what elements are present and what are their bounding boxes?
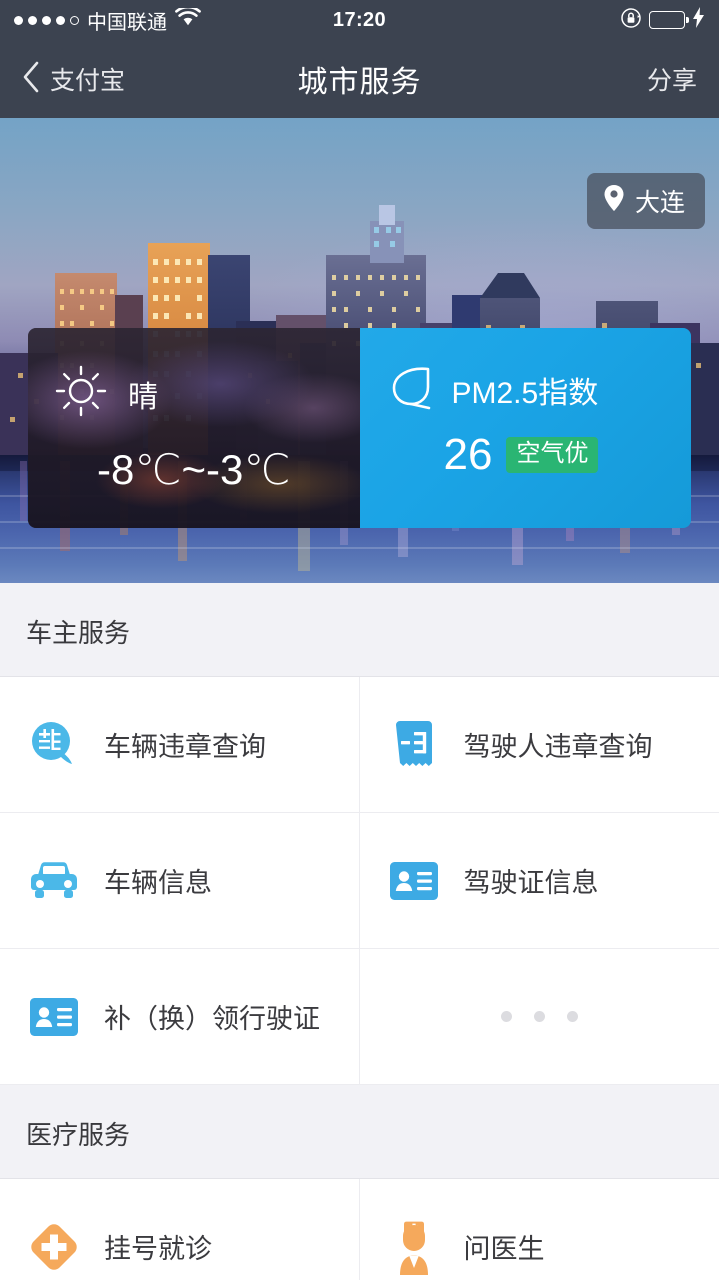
status-bar-right	[620, 7, 705, 34]
battery-icon	[649, 11, 689, 29]
hero-banner: 大连 晴 -8℃~-3℃ PM2.5指数 26 空气优	[0, 118, 719, 583]
back-button[interactable]: 支付宝	[22, 61, 125, 98]
weather-condition-label: 晴	[128, 380, 158, 414]
charging-bolt-icon	[692, 7, 705, 33]
service-item-vehicle-info[interactable]: 车辆信息	[0, 813, 360, 949]
status-bar: 中国联通 17:20	[0, 0, 719, 40]
medical-services-grid: 挂号就诊 问医生	[0, 1179, 719, 1280]
service-item-label: 问医生	[463, 1234, 545, 1264]
service-item-driver-violation-query[interactable]: 驾驶人违章查询	[359, 677, 719, 813]
pm25-value: 26	[443, 430, 493, 479]
rotation-lock-icon	[620, 7, 642, 34]
weather-air-cards: 晴 -8℃~-3℃ PM2.5指数 26 空气优	[28, 328, 691, 528]
service-item-label: 挂号就诊	[104, 1234, 212, 1264]
service-item-label: 驾驶人违章查询	[463, 732, 653, 762]
id-card-icon	[26, 989, 82, 1045]
service-item-label: 车辆违章查询	[104, 732, 266, 762]
car-icon	[26, 853, 82, 909]
service-item-hospital-registration[interactable]: 挂号就诊	[0, 1179, 360, 1280]
service-item-driver-license-info[interactable]: 驾驶证信息	[359, 813, 719, 949]
violation-search-icon	[26, 717, 82, 773]
service-item-label: 驾驶证信息	[463, 868, 599, 898]
weather-card-blur-backdrop	[28, 328, 360, 528]
pm25-title-label: PM2.5指数	[451, 376, 599, 410]
id-card-icon	[386, 853, 442, 909]
pm25-card[interactable]: PM2.5指数 26 空气优	[359, 328, 692, 528]
more-dots-icon	[500, 1011, 578, 1022]
car-services-grid: 车辆违章查询 驾驶人违章查询 车辆信息 驾驶证信息 补（换）领行驶证	[0, 677, 719, 1085]
weather-temperature-range: -8℃~-3℃	[96, 446, 291, 493]
carrier-label: 中国联通	[87, 11, 167, 34]
status-bar-left: 中国联通	[14, 5, 201, 35]
weather-card[interactable]: 晴 -8℃~-3℃	[28, 328, 360, 528]
signal-strength-icon	[14, 15, 79, 25]
service-item-vehicle-violation-query[interactable]: 车辆违章查询	[0, 677, 360, 813]
section-header-medical-services: 医疗服务	[0, 1085, 719, 1179]
sun-icon	[54, 364, 108, 423]
pm25-title-row: PM2.5指数	[388, 364, 692, 415]
doctor-icon	[386, 1219, 442, 1275]
navigation-bar: 支付宝 城市服务 分享	[0, 40, 719, 118]
location-pin-icon	[603, 184, 625, 219]
share-button[interactable]: 分享	[647, 61, 697, 97]
ticket-minus-three-icon	[386, 717, 442, 773]
air-quality-badge: 空气优	[506, 437, 599, 473]
service-item-more-placeholder[interactable]	[359, 949, 719, 1085]
pm25-value-row: 26 空气优	[388, 433, 692, 477]
leaf-icon	[388, 364, 434, 415]
service-item-ask-doctor[interactable]: 问医生	[359, 1179, 719, 1280]
section-header-car-services: 车主服务	[0, 583, 719, 677]
medical-cross-icon	[26, 1219, 82, 1275]
wifi-icon	[175, 5, 201, 32]
weather-condition-row: 晴	[54, 364, 360, 423]
service-item-label: 车辆信息	[104, 868, 212, 898]
city-selector-badge[interactable]: 大连	[586, 173, 705, 229]
service-item-replace-vehicle-license[interactable]: 补（换）领行驶证	[0, 949, 360, 1085]
service-item-label: 补（换）领行驶证	[104, 1004, 320, 1034]
chevron-left-icon	[22, 61, 40, 98]
city-name-label: 大连	[634, 189, 685, 217]
back-button-label: 支付宝	[50, 67, 126, 95]
